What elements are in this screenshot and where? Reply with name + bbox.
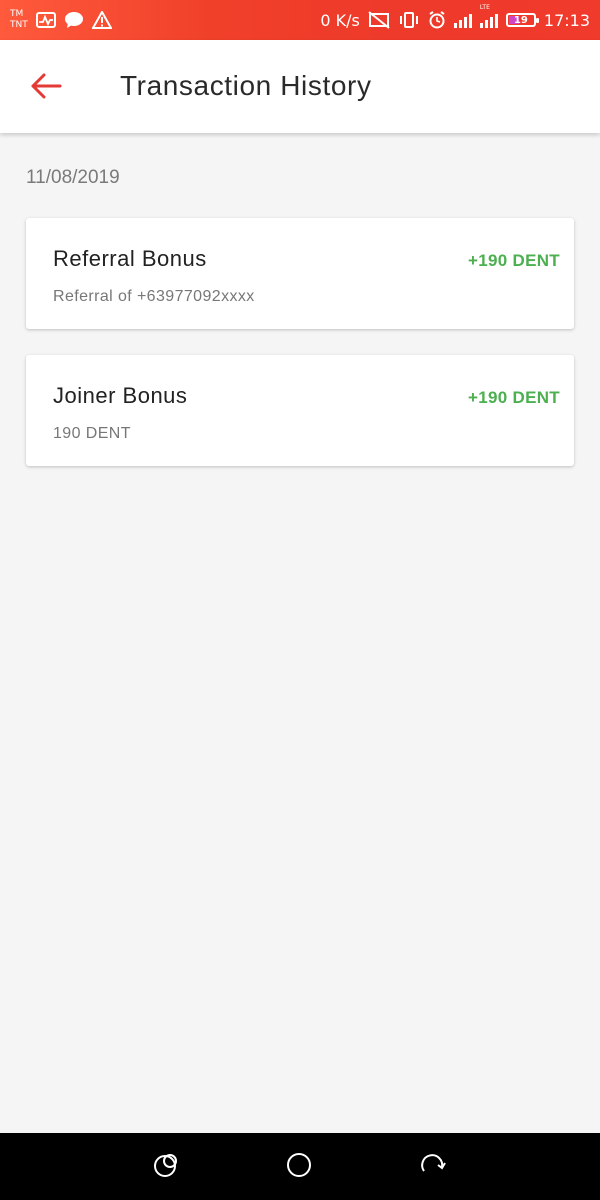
status-bar-right: 0 K/s LTE 19 17:13 [320,4,590,30]
transaction-subtitle: Referral of +63977092xxxx [53,288,255,305]
app-bar: Transaction History [0,40,600,133]
recent-apps-button[interactable] [151,1151,183,1183]
back-nav-button[interactable] [417,1151,449,1183]
transaction-amount: +190 DENT [468,251,560,270]
chat-icon [64,11,84,29]
activity-icon [35,12,56,28]
recent-apps-icon [153,1151,181,1184]
signal-lte-icon: LTE [479,4,498,28]
battery-icon: 19 [505,13,539,27]
vibrate-icon [398,11,420,29]
home-icon [285,1151,313,1184]
carrier-label: TM TNT [10,9,28,31]
arrow-left-icon [30,73,62,104]
warning-icon [91,11,112,29]
transaction-card[interactable]: Referral Bonus Referral of +63977092xxxx… [26,218,574,329]
back-rotate-icon [419,1151,447,1184]
battery-level: 19 [513,14,528,26]
back-button[interactable] [28,70,64,106]
transaction-amount: +190 DENT [468,388,560,407]
page-title: Transaction History [120,70,372,101]
signal-icon [453,12,472,28]
status-bar-left: TM TNT [10,9,112,31]
alarm-icon [428,11,446,29]
lte-label: LTE [479,4,490,11]
no-sim-icon [368,11,390,29]
transaction-card[interactable]: Joiner Bonus 190 DENT +190 DENT [26,355,574,466]
carrier-bottom: TNT [10,20,28,30]
carrier-top: TM [10,9,24,19]
date-header: 11/08/2019 [26,167,120,188]
net-speed: 0 K/s [320,10,360,30]
transaction-subtitle: 190 DENT [53,425,131,442]
status-bar: TM TNT 0 K/s LTE 19 17:13 [0,0,600,40]
transaction-title: Referral Bonus [53,246,207,271]
clock: 17:13 [543,10,590,30]
system-nav-bar [0,1133,600,1200]
home-button[interactable] [283,1151,315,1183]
transaction-title: Joiner Bonus [53,383,188,408]
